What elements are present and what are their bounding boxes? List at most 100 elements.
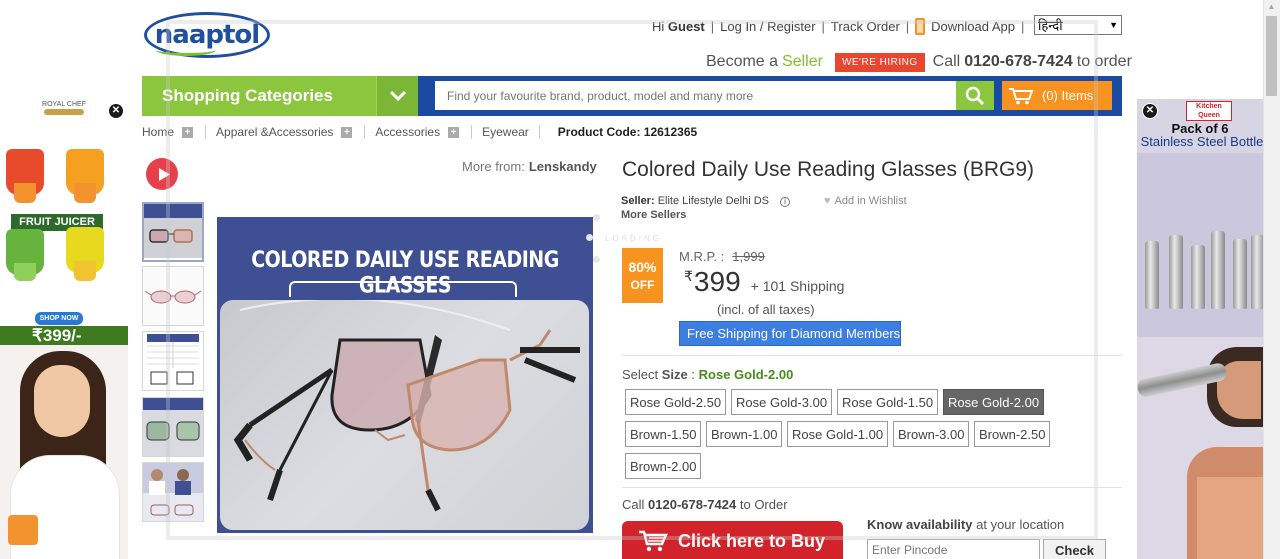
image-title-text: COLORED DAILY USE READING GLASSES xyxy=(251,247,559,299)
plus-icon[interactable]: + xyxy=(341,126,353,138)
more-from-brand-link[interactable]: Lenskandy xyxy=(529,159,597,174)
language-select[interactable]: हिन्दी ▼ xyxy=(1034,15,1122,35)
left-ad-banner[interactable]: ROYAL CHEF FRUIT JUICER SHOP NOW ₹399/- xyxy=(0,99,128,559)
top-links: Hi Guest | Log In / Register | Track Ord… xyxy=(652,17,1030,35)
scrollbar-thumb[interactable] xyxy=(1266,16,1277,96)
divider xyxy=(622,355,1122,356)
bottle xyxy=(1169,235,1183,309)
close-left-ad-icon[interactable]: ✕ xyxy=(108,103,124,119)
info-icon[interactable]: i xyxy=(780,197,791,207)
ad-price: ₹399/- xyxy=(0,326,128,345)
track-order-link[interactable]: Track Order xyxy=(831,19,900,34)
divider xyxy=(538,125,540,139)
login-register-link[interactable]: Log In / Register xyxy=(720,19,815,34)
thumbnail-3[interactable] xyxy=(142,331,204,391)
categories-chevron-down-icon[interactable] xyxy=(376,76,418,116)
right-ad-banner[interactable]: Kitchen Queen Pack of 6 Stainless Steel … xyxy=(1137,99,1263,559)
more-sellers-link[interactable]: More Sellers xyxy=(621,209,686,221)
divider xyxy=(622,487,1122,488)
play-video-button[interactable] xyxy=(146,158,178,190)
heart-icon: ♥ xyxy=(824,195,831,207)
seller-label: Seller: xyxy=(621,195,655,207)
greeting-prefix: Hi xyxy=(652,18,665,34)
download-app-link[interactable]: Download App xyxy=(931,19,1015,34)
plus-icon[interactable]: + xyxy=(182,126,194,138)
more-from: More from: Lenskandy xyxy=(462,159,597,174)
search-input[interactable] xyxy=(435,81,956,110)
loading-dot xyxy=(593,214,600,221)
model-photo xyxy=(1137,337,1263,559)
price-line: ₹ 399 + 101 Shipping xyxy=(684,266,844,298)
rupee-symbol: ₹ xyxy=(684,268,693,284)
search-button[interactable] xyxy=(956,81,994,110)
play-icon xyxy=(158,167,170,181)
wishlist-label: Add in Wishlist xyxy=(834,195,907,207)
size-option[interactable]: Brown-2.50 xyxy=(974,421,1051,447)
loading-dot xyxy=(586,234,593,241)
cart-count: (0) Items xyxy=(1042,88,1094,103)
shop-now-button[interactable]: SHOP NOW xyxy=(35,312,83,325)
size-option[interactable]: Rose Gold-3.00 xyxy=(731,389,833,415)
separator: | xyxy=(821,18,825,34)
ad-brand: Kitchen Queen xyxy=(1186,101,1232,121)
size-option[interactable]: Rose Gold-1.50 xyxy=(837,389,939,415)
call-number: 0120-678-7424 xyxy=(648,497,737,512)
breadcrumb-home[interactable]: Home xyxy=(142,125,174,139)
size-option[interactable]: Rose Gold-2.50 xyxy=(625,389,727,415)
size-option[interactable]: Brown-1.50 xyxy=(625,421,702,447)
seller-link[interactable]: Seller xyxy=(782,53,823,71)
tax-note: (incl. of all taxes) xyxy=(717,302,815,317)
call-prefix: Call xyxy=(932,53,961,70)
product-photo xyxy=(217,297,592,533)
product-title: Colored Daily Use Reading Glasses (BRG9) xyxy=(622,158,1034,181)
wishlist-button[interactable]: ♥ Add in Wishlist xyxy=(824,195,907,207)
chef-hat-icon xyxy=(44,109,84,115)
greeting-user: Guest xyxy=(667,18,705,34)
select-text: Select xyxy=(622,367,659,382)
mrp-line: M.R.P. : 1,999 xyxy=(679,249,765,264)
breadcrumb-eyewear[interactable]: Eyewear xyxy=(482,125,529,139)
product-code: Product Code: 12612365 xyxy=(557,125,698,139)
size-option[interactable]: Rose Gold-1.00 xyxy=(787,421,889,447)
breadcrumb-accessories[interactable]: Accessories xyxy=(375,125,440,139)
bottle xyxy=(1251,235,1263,309)
bottle xyxy=(1191,245,1205,309)
plus-icon[interactable]: + xyxy=(448,126,460,138)
breadcrumb-apparel[interactable]: Apparel &Accessories xyxy=(216,125,333,139)
ad-brand: ROYAL CHEF xyxy=(42,101,86,108)
size-option[interactable]: Brown-3.00 xyxy=(893,421,970,447)
hiring-badge[interactable]: WE'RE HIRING xyxy=(834,52,925,72)
size-option[interactable]: Brown-2.00 xyxy=(625,453,702,479)
shopping-cart-icon xyxy=(639,530,668,552)
shopping-categories-label: Shopping Categories xyxy=(162,86,333,105)
thumbnail-1[interactable] xyxy=(142,202,204,262)
size-text: Size xyxy=(661,367,688,382)
separator: | xyxy=(710,18,715,34)
main-product-image[interactable]: COLORED DAILY USE READING GLASSES xyxy=(217,217,593,533)
mrp-value: 1,999 xyxy=(732,249,765,264)
juice-cup xyxy=(74,261,96,281)
bottle xyxy=(1211,231,1225,309)
loading-dot xyxy=(593,256,600,263)
thumbnail-5[interactable] xyxy=(142,462,204,522)
cart-button[interactable]: (0) Items xyxy=(1002,81,1112,110)
thumbnail-4[interactable] xyxy=(142,397,204,457)
call-number: 0120-678-7424 xyxy=(964,53,1073,70)
size-option[interactable]: Brown-1.00 xyxy=(706,421,783,447)
thumbnail-2[interactable] xyxy=(142,266,204,326)
divider xyxy=(471,125,473,139)
scroll-up-arrow-icon[interactable]: ▲ xyxy=(1266,2,1277,12)
divider xyxy=(205,125,207,139)
selected-size-value: Rose Gold-2.00 xyxy=(698,367,794,382)
close-right-ad-icon[interactable]: ✕ xyxy=(1142,103,1158,119)
loading-dots xyxy=(586,214,607,274)
seller-name-link[interactable]: Elite Lifestyle Delhi DS xyxy=(658,195,769,207)
check-button[interactable]: Check xyxy=(1043,539,1106,559)
free-shipping-button[interactable]: Free Shipping for Diamond Members xyxy=(679,321,901,346)
juice-cup xyxy=(14,263,36,281)
model-photo xyxy=(0,345,128,559)
price-value: 399 xyxy=(693,266,741,297)
size-option-selected[interactable]: Rose Gold-2.00 xyxy=(943,389,1045,415)
pincode-input[interactable] xyxy=(867,539,1040,559)
buy-button[interactable]: Click here to Buy xyxy=(622,521,843,559)
